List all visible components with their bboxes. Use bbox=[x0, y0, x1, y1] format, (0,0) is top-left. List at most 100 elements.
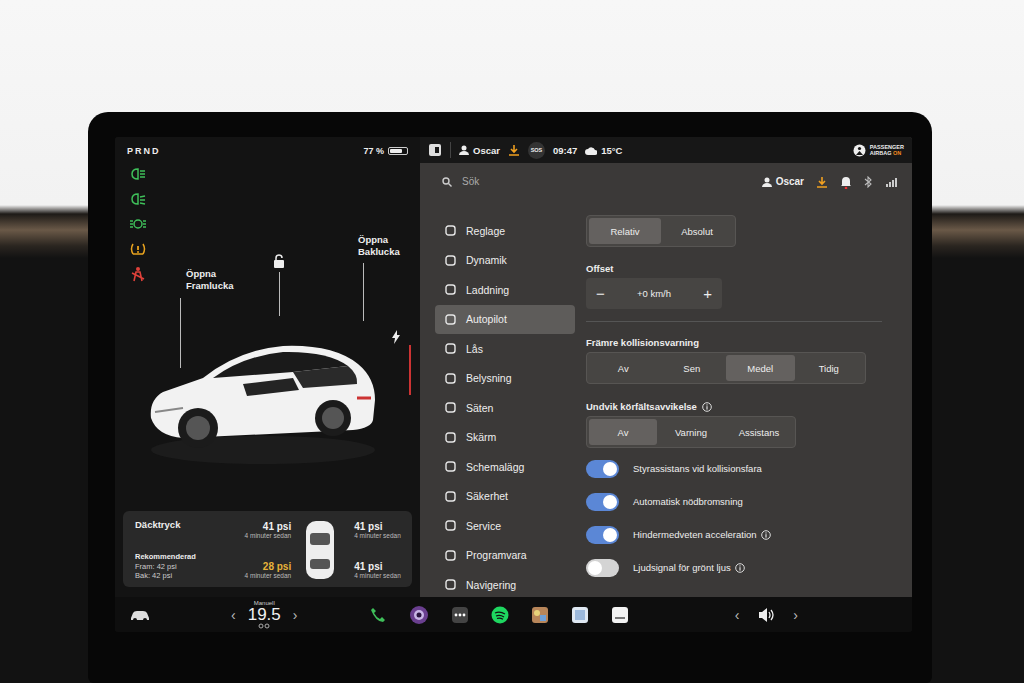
car-button-icon[interactable] bbox=[129, 608, 151, 622]
segment-option[interactable]: Relativ bbox=[589, 218, 661, 244]
menu-item-icon bbox=[445, 550, 456, 561]
menu-item[interactable]: Laddning bbox=[435, 275, 575, 305]
app-icon[interactable] bbox=[571, 606, 589, 624]
speaker-icon[interactable] bbox=[757, 607, 775, 623]
main-area: PRND77 %Öppna FramluckaÖppna BakluckaDäc… bbox=[115, 137, 912, 597]
menu-item[interactable]: Skärm bbox=[435, 423, 575, 453]
profile-button[interactable]: Oscar bbox=[762, 176, 804, 187]
charge-port-icon[interactable] bbox=[391, 330, 401, 344]
charge-indicator-bar bbox=[409, 345, 411, 395]
toggle-row: Ljudsignal för grönt ljus bbox=[586, 551, 882, 584]
toggle-label: Styrassistans vid kollisionsfara bbox=[633, 463, 762, 474]
info-icon[interactable] bbox=[761, 530, 771, 540]
spotify-icon[interactable] bbox=[491, 606, 509, 624]
segment-option[interactable]: Tidig bbox=[795, 355, 864, 381]
temperature-setting[interactable]: 19.5 bbox=[248, 606, 281, 623]
menu-item-icon bbox=[445, 579, 456, 590]
search-icon[interactable] bbox=[442, 177, 452, 187]
collision-warning-label: Främre kollisionsvarning bbox=[586, 337, 699, 348]
segment-option[interactable]: Av bbox=[589, 419, 657, 445]
segment-option[interactable]: Av bbox=[589, 355, 658, 381]
search-field[interactable]: Sök bbox=[462, 176, 479, 187]
volume-up-button[interactable]: › bbox=[789, 607, 802, 623]
menu-item-label[interactable]: Autopilot bbox=[466, 313, 507, 325]
cabin-temperature[interactable]: Manuell19.5 bbox=[248, 600, 281, 629]
menu-item[interactable]: Service bbox=[435, 511, 575, 541]
front-pressure: Fram: 42 psi bbox=[135, 562, 238, 572]
temp-down-button[interactable]: ‹ bbox=[227, 607, 240, 623]
decrease-button[interactable]: − bbox=[596, 285, 605, 302]
segment-option[interactable]: Varning bbox=[657, 419, 725, 445]
menu-item-label[interactable]: Programvara bbox=[466, 549, 527, 561]
warning-light-icon bbox=[129, 241, 147, 257]
info-icon[interactable] bbox=[735, 563, 745, 573]
increase-button[interactable]: + bbox=[703, 285, 712, 302]
menu-item-label[interactable]: Säten bbox=[466, 402, 493, 414]
menu-item-label[interactable]: Säkerhet bbox=[466, 490, 508, 502]
menu-item[interactable]: Säten bbox=[435, 393, 575, 423]
menu-item-label[interactable]: Service bbox=[466, 520, 501, 532]
volume-down-button[interactable]: ‹ bbox=[731, 607, 744, 623]
toggle-switch[interactable] bbox=[586, 559, 619, 577]
volume-control: ‹› bbox=[731, 607, 802, 623]
warning-light-icon bbox=[129, 216, 147, 232]
menu-item-label[interactable]: Navigering bbox=[466, 579, 516, 591]
segment-option[interactable]: Sen bbox=[658, 355, 727, 381]
door-icon[interactable] bbox=[428, 143, 442, 157]
battery-fill bbox=[390, 149, 402, 153]
menu-item-label[interactable]: Lås bbox=[466, 343, 483, 355]
tire-pressure-title: Däcktryck bbox=[135, 519, 238, 530]
camera-icon[interactable] bbox=[409, 605, 429, 625]
recommended-label: Rekommenderad bbox=[135, 552, 238, 562]
person-icon bbox=[459, 145, 469, 155]
toybox-icon[interactable] bbox=[531, 606, 549, 624]
menu-item[interactable]: Navigering bbox=[435, 570, 575, 597]
download-icon[interactable] bbox=[816, 176, 828, 188]
menu-item[interactable]: Programvara bbox=[435, 541, 575, 571]
menu-item-icon bbox=[445, 284, 456, 295]
toggle-switch[interactable] bbox=[586, 460, 619, 478]
menu-item-label[interactable]: Skärm bbox=[466, 431, 496, 443]
phone-icon[interactable] bbox=[369, 606, 387, 624]
divider bbox=[586, 321, 882, 322]
tire-reading-time: 4 minuter sedan bbox=[238, 572, 291, 579]
info-icon[interactable] bbox=[702, 402, 712, 412]
profile-button[interactable]: Oscar bbox=[459, 145, 500, 156]
sos-button[interactable]: SOS bbox=[528, 142, 545, 159]
menu-item[interactable]: Dynamik bbox=[435, 246, 575, 276]
warning-light-icon bbox=[129, 266, 147, 282]
segment-option[interactable]: Medel bbox=[726, 355, 795, 381]
menu-item-label[interactable]: Reglage bbox=[466, 225, 505, 237]
offset-mode-selector: RelativAbsolut bbox=[586, 215, 736, 247]
profile-name[interactable]: Oscar bbox=[776, 176, 804, 187]
segment-option[interactable]: Assistans bbox=[725, 419, 793, 445]
menu-item[interactable]: Schemalägg bbox=[435, 452, 575, 482]
bell-icon[interactable] bbox=[840, 175, 852, 189]
open-trunk-button[interactable]: Öppna Baklucka bbox=[358, 234, 420, 258]
open-frunk-button[interactable]: Öppna Framlucka bbox=[186, 268, 248, 292]
download-icon[interactable] bbox=[508, 144, 520, 156]
menu-item-label[interactable]: Belysning bbox=[466, 372, 512, 384]
menu-item-label[interactable]: Schemalägg bbox=[466, 461, 524, 473]
more-apps-icon[interactable] bbox=[451, 606, 469, 624]
app-icon[interactable] bbox=[611, 606, 629, 624]
bluetooth-icon[interactable] bbox=[864, 176, 872, 188]
car-view: Öppna FramluckaÖppna Baklucka bbox=[153, 160, 412, 511]
toggle-switch[interactable] bbox=[586, 526, 619, 544]
car-icon bbox=[143, 300, 383, 470]
segment-option[interactable]: Absolut bbox=[661, 218, 733, 244]
menu-item[interactable]: Lås bbox=[435, 334, 575, 364]
profile-name[interactable]: Oscar bbox=[473, 145, 500, 156]
temp-up-button[interactable]: › bbox=[289, 607, 302, 623]
toggle-switch[interactable] bbox=[586, 493, 619, 511]
menu-item-icon bbox=[445, 314, 456, 325]
menu-item-label[interactable]: Laddning bbox=[466, 284, 509, 296]
unlock-icon[interactable] bbox=[273, 254, 285, 268]
menu-item[interactable]: Reglage bbox=[435, 216, 575, 246]
menu-item[interactable]: Säkerhet bbox=[435, 482, 575, 512]
vehicle-top-row: PRND77 % bbox=[123, 142, 412, 160]
menu-item-icon bbox=[445, 255, 456, 266]
menu-item[interactable]: Belysning bbox=[435, 364, 575, 394]
menu-item[interactable]: Autopilot bbox=[435, 305, 575, 335]
menu-item-label[interactable]: Dynamik bbox=[466, 254, 507, 266]
